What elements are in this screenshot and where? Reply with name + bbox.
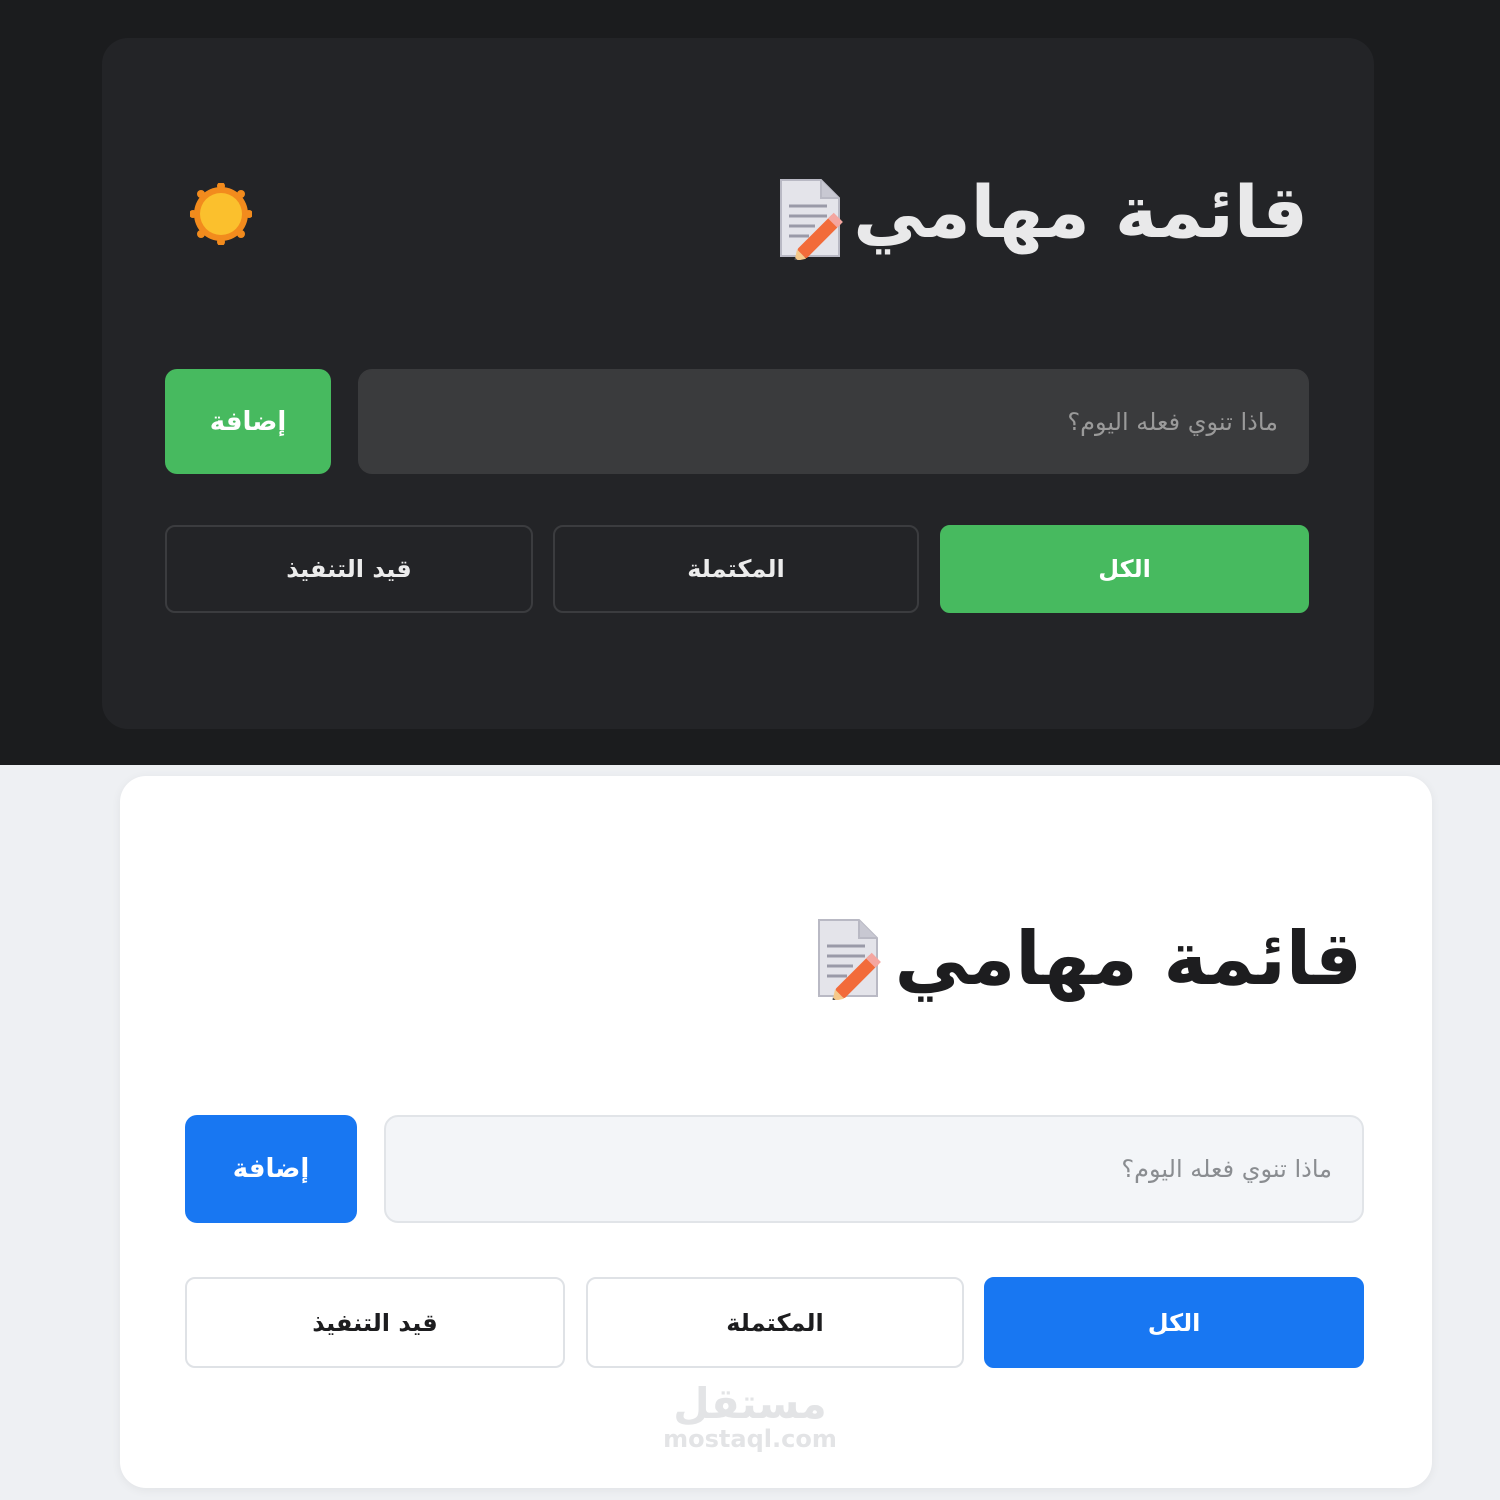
task-input[interactable] [384,1115,1364,1223]
memo-icon [780,179,843,260]
filter-completed-button[interactable]: المكتملة [586,1277,964,1368]
watermark-logo: مستقل [673,1379,827,1428]
sun-icon[interactable] [190,183,252,245]
add-button[interactable]: إضافة [185,1115,357,1223]
page-title: قائمة مهامي [853,170,1308,254]
task-input[interactable] [358,369,1309,474]
memo-icon [818,919,881,1000]
filter-in-progress-button[interactable]: قيد التنفيذ [165,525,533,613]
todo-card-light: قائمة مهامي إضافة الكل المكتملة قيد التن… [120,776,1432,1488]
filter-completed-button[interactable]: المكتملة [553,525,919,613]
page-title: قائمة مهامي [894,916,1362,1002]
filter-all-button[interactable]: الكل [984,1277,1364,1368]
filter-all-button[interactable]: الكل [940,525,1309,613]
filter-in-progress-button[interactable]: قيد التنفيذ [185,1277,565,1368]
moon-icon[interactable] [212,928,276,992]
mostaql-watermark: مستقل mostaql.com [650,1383,850,1454]
watermark-url: mostaql.com [663,1425,837,1453]
todo-card-dark: قائمة مهامي ماذا تنوي فعله اليوم؟ إضافة … [102,38,1374,729]
dark-theme-preview: قائمة مهامي ماذا تنوي فعله اليوم؟ إضافة … [0,0,1500,765]
add-button[interactable]: إضافة [165,369,331,474]
